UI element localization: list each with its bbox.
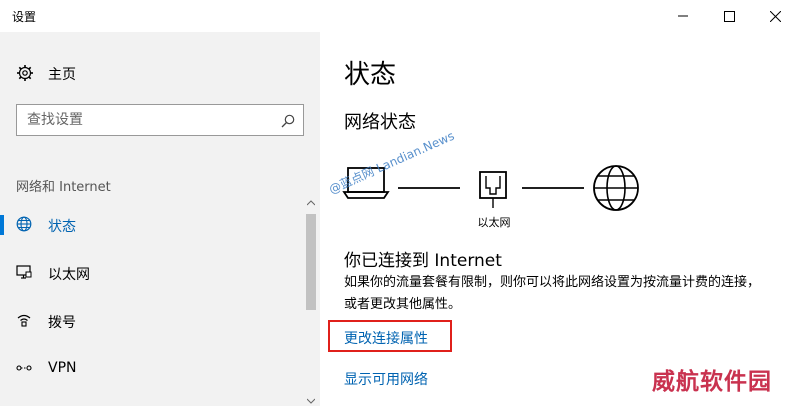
sidebar-item-ethernet[interactable]: 以太网 — [0, 252, 300, 292]
sidebar-section-label: 网络和 Internet — [16, 180, 111, 195]
title-bar: 设置 — [0, 0, 798, 32]
sidebar-item-status[interactable]: 状态 — [0, 204, 300, 244]
main-content: 状态 网络状态 以太网 你已连接到 Internet 如果你的流量套餐有限制，则… — [320, 32, 798, 406]
network-status-heading: 网络状态 — [344, 112, 416, 133]
scroll-up-icon[interactable] — [307, 200, 315, 206]
show-available-networks-link[interactable]: 显示可用网络 — [344, 369, 428, 389]
minimize-button[interactable] — [660, 0, 706, 32]
window-title: 设置 — [12, 10, 37, 24]
ethernet-adapter-icon — [479, 171, 507, 208]
sidebar-item-home-label: 主页 — [48, 67, 76, 83]
close-icon — [769, 10, 781, 22]
vpn-icon — [16, 360, 32, 380]
scroll-down-icon[interactable] — [307, 398, 315, 404]
search-input[interactable] — [17, 105, 271, 135]
minimize-icon — [678, 15, 688, 17]
scrollbar-thumb[interactable] — [306, 214, 316, 310]
sidebar-item-home[interactable]: 主页 — [0, 58, 320, 88]
internet-globe-icon — [593, 165, 639, 211]
sidebar-item-label: VPN — [48, 360, 77, 376]
sidebar-item-dialup[interactable]: 拨号 — [0, 300, 300, 340]
globe-icon — [16, 216, 32, 236]
connection-status-description: 如果你的流量套餐有限制，则你可以将此网络设置为按流量计费的连接，或者更改其他属性… — [344, 275, 761, 312]
sidebar-item-label: 状态 — [48, 219, 76, 235]
ethernet-monitor-icon — [16, 264, 32, 284]
close-button[interactable] — [752, 0, 798, 32]
maximize-button[interactable] — [706, 0, 752, 32]
corner-watermark-logo: 威航软件园 — [652, 368, 772, 395]
sidebar-item-vpn[interactable]: VPN — [0, 348, 300, 388]
adapter-label: 以太网 — [477, 216, 511, 229]
search-icon[interactable] — [281, 113, 295, 132]
sidebar-item-label: 以太网 — [48, 267, 90, 283]
maximize-icon — [723, 10, 735, 22]
page-title: 状态 — [344, 60, 397, 90]
change-connection-properties-link[interactable]: 更改连接属性 — [344, 328, 428, 348]
sidebar: 主页 网络和 Internet 状态 — [0, 32, 320, 406]
sidebar-scrollbar[interactable] — [304, 200, 318, 406]
connection-status-title: 你已连接到 Internet — [344, 251, 502, 271]
sidebar-item-label: 拨号 — [48, 315, 76, 331]
search-box — [16, 104, 304, 136]
active-indicator — [0, 215, 4, 235]
dialup-icon — [16, 312, 32, 332]
gear-icon — [16, 64, 34, 86]
